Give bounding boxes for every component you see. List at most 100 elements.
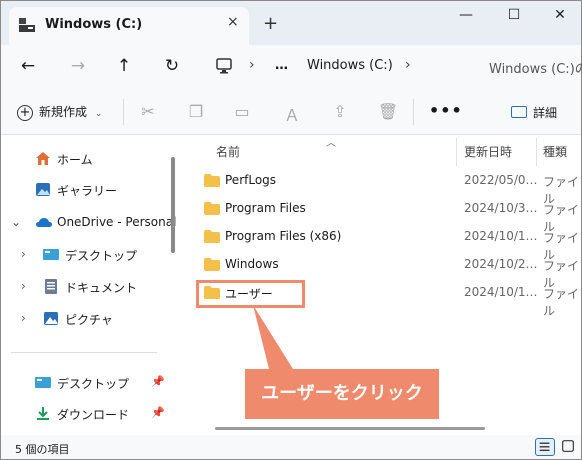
breadcrumb-windows-c[interactable]: Windows (C:) <box>307 58 393 73</box>
new-tab-button[interactable]: + <box>263 13 278 34</box>
documents-icon <box>45 279 57 294</box>
close-window-button[interactable]: ✕ <box>545 7 575 29</box>
pin-icon[interactable]: 📌 <box>151 375 165 388</box>
file-date: 2024/10/1… <box>464 285 538 299</box>
tab-windows-c[interactable]: Windows (C:) × <box>9 7 249 45</box>
file-row-program-files[interactable]: Program Files 2024/10/3… ファイル <box>186 196 581 234</box>
details-label: 詳細 <box>533 106 558 120</box>
up-button[interactable]: ↑ <box>113 55 135 77</box>
horizontal-scrollbar[interactable] <box>215 427 485 430</box>
home-icon <box>36 152 50 165</box>
column-separator[interactable] <box>456 138 457 166</box>
file-explorer-window: Windows (C:) × + — ☐ ✕ ← → ↑ ↻ › … Windo… <box>0 0 582 460</box>
column-header-modified[interactable]: 更新日時 <box>464 143 512 160</box>
breadcrumb-more-button[interactable]: … <box>275 58 288 73</box>
sidebar-item-downloads[interactable]: ダウンロード 📌 <box>1 403 171 425</box>
forward-button[interactable]: → <box>67 55 89 77</box>
sidebar-item-desktop[interactable]: › デスクトップ <box>1 244 171 266</box>
folder-icon <box>204 174 220 187</box>
chevron-right-icon[interactable]: › <box>405 57 411 73</box>
column-header-type[interactable]: 種類 <box>543 143 567 160</box>
file-row-perflogs[interactable]: PerfLogs 2022/05/0… ファイル <box>186 168 581 206</box>
file-name: Program Files (x86) <box>225 229 342 243</box>
sidebar-item-pictures[interactable]: › ピクチャ <box>1 308 171 330</box>
search-input[interactable]: Windows (C:)の <box>489 58 582 77</box>
address-row: ← → ↑ ↻ › … Windows (C:) › Windows (C:)の <box>1 45 582 89</box>
delete-icon[interactable]: 🗑 <box>377 102 399 122</box>
chevron-right-icon[interactable]: › <box>21 311 26 325</box>
navigation-pane: ホーム ギャラリー ⌄ OneDrive - Personal › デスクトップ <box>1 136 177 434</box>
paste-icon[interactable]: ▭ <box>231 102 253 122</box>
file-date: 2022/05/0… <box>464 173 538 187</box>
sidebar-item-documents[interactable]: › ドキュメント <box>1 276 171 298</box>
back-button[interactable]: ← <box>17 55 39 77</box>
folder-icon <box>204 258 220 271</box>
details-pane-icon <box>511 106 527 118</box>
file-row-program-files-x86[interactable]: Program Files (x86) 2024/10/1… ファイル <box>186 224 581 262</box>
this-pc-icon[interactable] <box>215 57 233 75</box>
cut-icon[interactable]: ✂ <box>137 102 159 122</box>
onedrive-cloud-icon <box>36 218 52 227</box>
chevron-right-icon[interactable]: › <box>21 279 26 293</box>
sidebar-item-quick-desktop[interactable]: デスクトップ 📌 <box>1 372 171 394</box>
plus-icon: + <box>17 104 33 121</box>
file-date: 2024/10/2… <box>464 257 538 271</box>
copy-icon[interactable]: ❐ <box>185 102 207 122</box>
rename-icon[interactable]: Ａ <box>281 102 303 125</box>
list-view-icon <box>539 442 550 451</box>
pin-icon[interactable]: 📌 <box>151 406 165 419</box>
folder-icon <box>204 230 220 243</box>
see-more-button[interactable]: ••• <box>429 101 463 120</box>
pictures-icon <box>44 312 58 325</box>
sidebar-item-label: ダウンロード <box>57 408 130 422</box>
sidebar-item-label: ホーム <box>57 153 93 167</box>
close-tab-icon[interactable]: × <box>227 14 239 30</box>
file-name: Windows <box>225 257 279 271</box>
sidebar-item-label: OneDrive - Personal <box>57 215 177 229</box>
new-button[interactable]: + 新規作成 ⌄ <box>17 103 102 121</box>
sidebar-item-label: ギャラリー <box>57 184 118 198</box>
file-date: 2024/10/1… <box>464 229 538 243</box>
new-button-label: 新規作成 <box>39 105 88 119</box>
chevron-down-icon[interactable]: ⌄ <box>11 215 21 229</box>
highlight-users-box <box>196 280 305 308</box>
sort-ascending-icon: ︿ <box>326 138 336 149</box>
tab-title: Windows (C:) <box>45 17 143 32</box>
desktop-icon <box>35 377 51 388</box>
file-row-windows[interactable]: Windows 2024/10/2… ファイル <box>186 252 581 290</box>
file-name: Program Files <box>225 201 306 215</box>
tiles-view-button[interactable] <box>559 438 579 456</box>
column-separator[interactable] <box>536 138 537 166</box>
instruction-callout: ユーザーをクリック <box>245 369 439 419</box>
toolbar-divider <box>123 99 124 125</box>
details-view-button[interactable] <box>535 438 555 456</box>
maximize-button[interactable]: ☐ <box>499 7 529 29</box>
file-date: 2024/10/3… <box>464 201 538 215</box>
sidebar-item-home[interactable]: ホーム <box>1 148 171 170</box>
drive-icon <box>19 18 35 32</box>
sidebar-item-onedrive[interactable]: ⌄ OneDrive - Personal <box>1 212 176 234</box>
chevron-right-icon: › <box>249 57 255 73</box>
sidebar-divider <box>11 352 157 353</box>
refresh-button[interactable]: ↻ <box>161 55 183 77</box>
status-bar: 5 個の項目 <box>1 435 581 459</box>
share-icon[interactable]: ⇪ <box>329 102 351 122</box>
column-header-name[interactable]: 名前 <box>216 143 240 160</box>
details-pane-button[interactable]: 詳細 <box>511 104 557 121</box>
gallery-icon <box>36 183 50 196</box>
sidebar-item-label: ピクチャ <box>65 313 113 327</box>
desktop-icon <box>43 249 59 260</box>
sidebar-item-label: ドキュメント <box>65 281 138 295</box>
toolbar-divider <box>413 99 414 125</box>
sidebar-item-label: デスクトップ <box>65 249 138 263</box>
chevron-right-icon[interactable]: › <box>21 247 26 261</box>
sidebar-item-gallery[interactable]: ギャラリー <box>1 179 171 201</box>
item-count: 5 個の項目 <box>15 443 70 456</box>
sidebar-scrollbar[interactable] <box>171 157 175 253</box>
title-bar: Windows (C:) × + — ☐ ✕ <box>1 1 581 45</box>
file-name: PerfLogs <box>225 173 277 187</box>
sidebar-item-label: デスクトップ <box>57 377 130 391</box>
minimize-button[interactable]: — <box>451 7 481 29</box>
chevron-down-icon: ⌄ <box>94 109 103 119</box>
command-bar: + 新規作成 ⌄ ✂ ❐ ▭ Ａ ⇪ 🗑 ••• 詳細 <box>1 89 581 135</box>
